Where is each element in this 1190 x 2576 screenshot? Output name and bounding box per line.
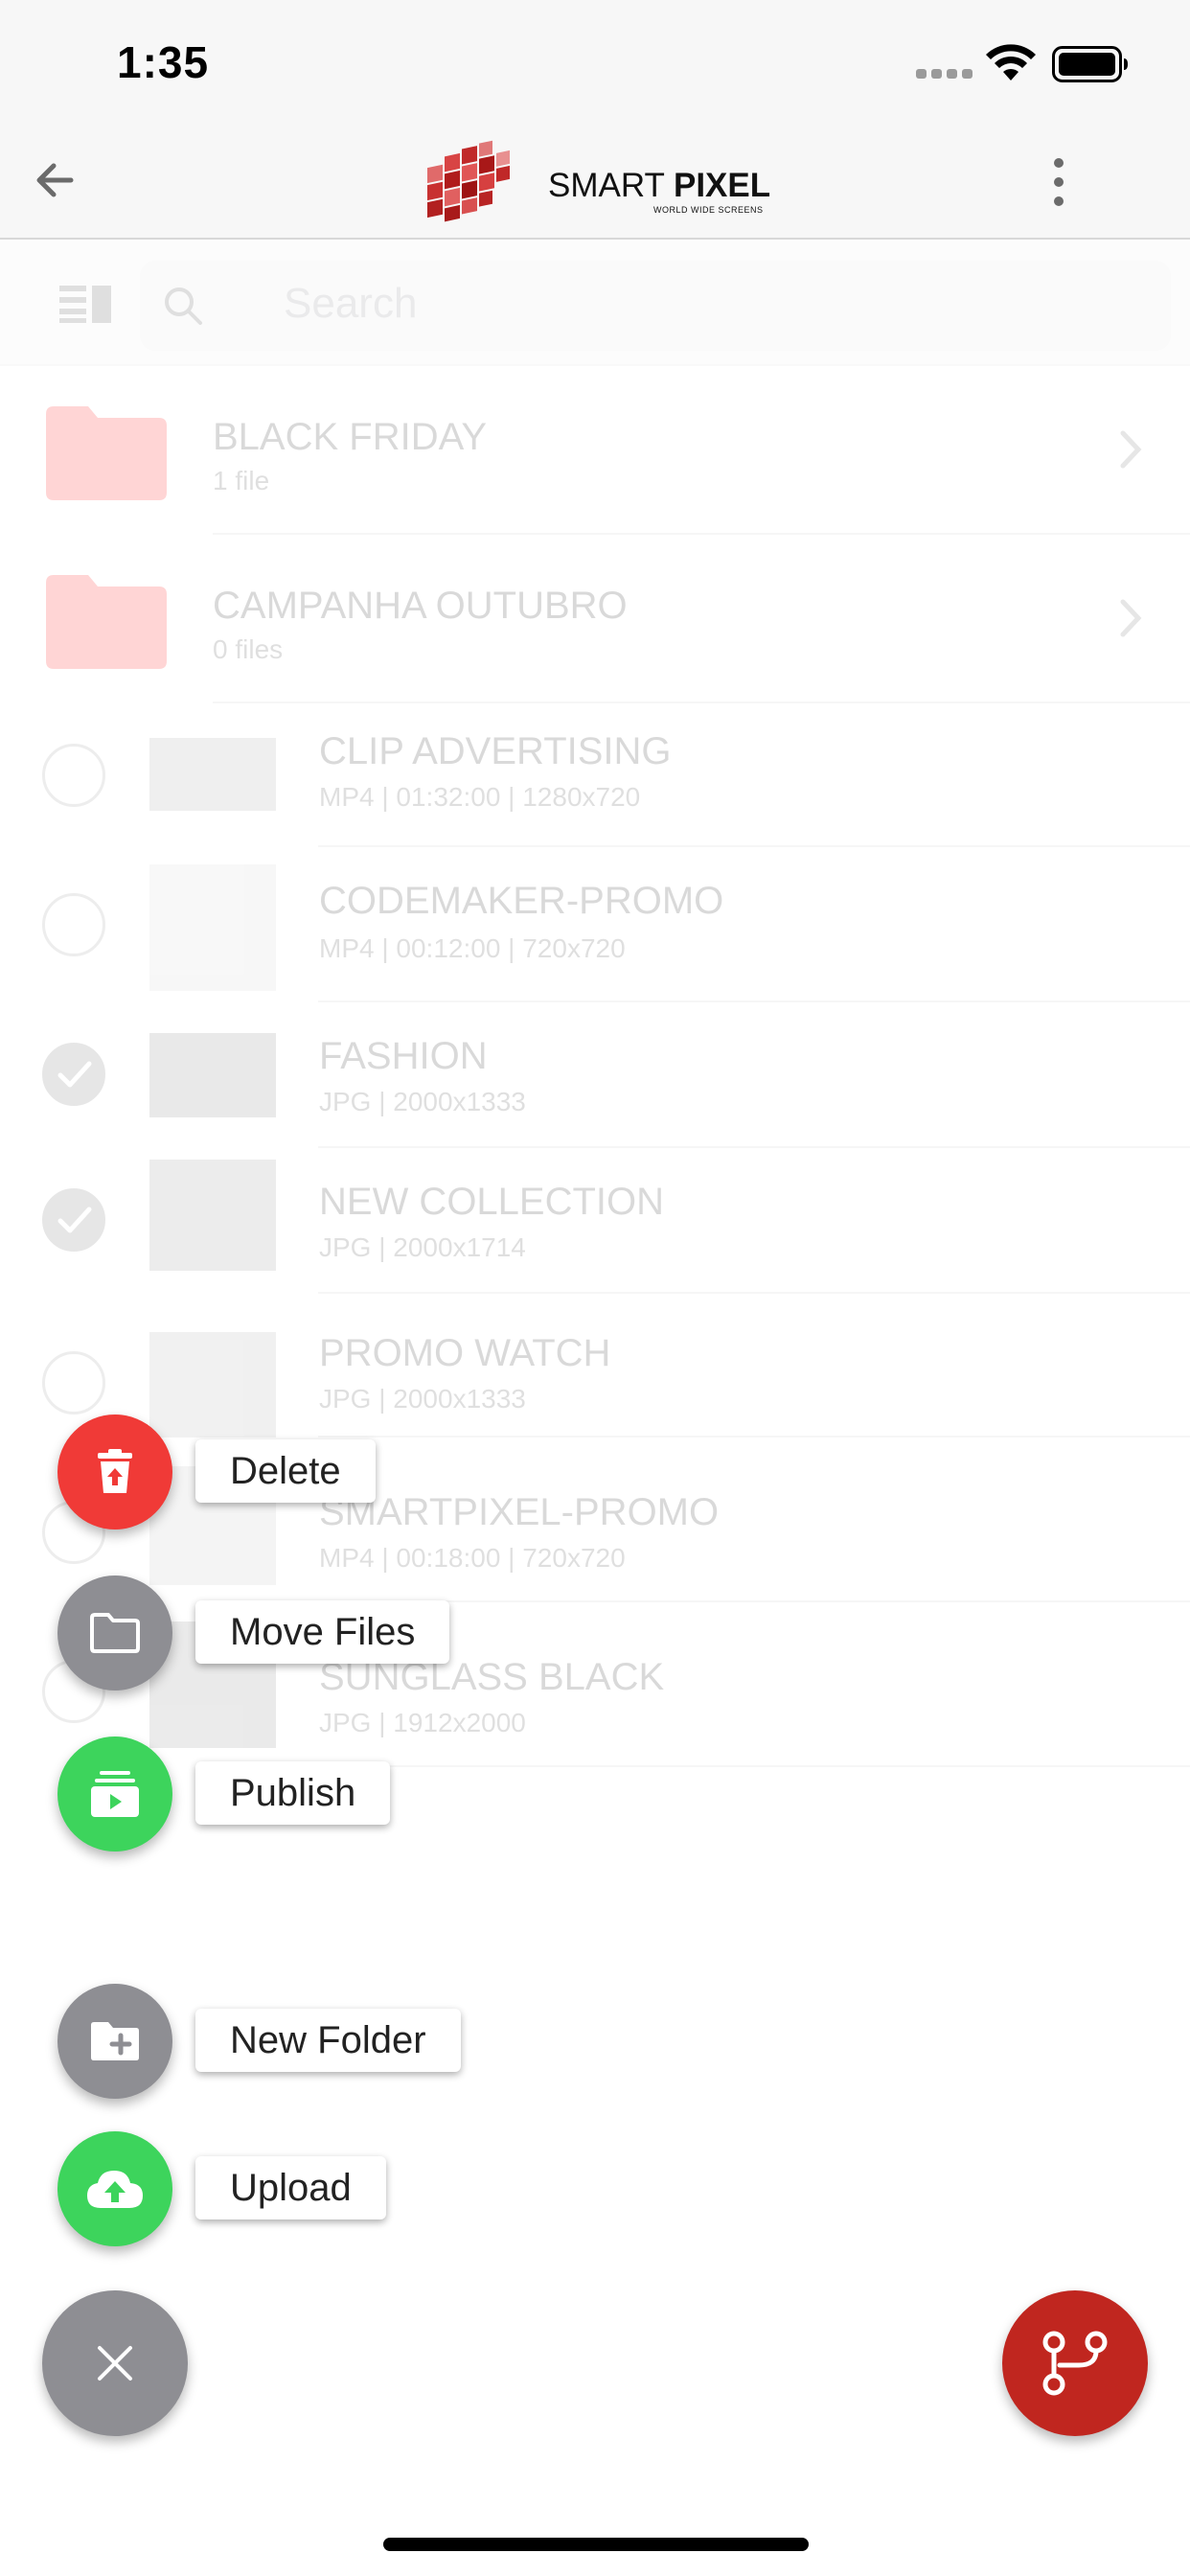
search-row: Search [0,242,1190,366]
folder-icon [46,406,167,500]
back-arrow-icon[interactable] [27,151,84,209]
trash-icon [98,1449,132,1493]
file-row[interactable]: SUNGLASS BLACK JPG | 1912x2000 [0,1602,1190,1767]
folder-file-count: 1 file [213,466,270,495]
select-checkbox[interactable] [42,1351,105,1414]
folder-row[interactable]: BLACK FRIDAY 1 file [0,366,1190,535]
row-divider [318,1765,1190,1767]
folder-row[interactable]: CAMPANHA OUTUBRO 0 files [0,535,1190,703]
select-checkbox-checked[interactable] [42,1043,105,1106]
more-options-icon[interactable] [1044,153,1073,211]
file-meta: JPG | 2000x1714 [319,1232,526,1262]
publish-icon [91,1771,139,1817]
select-checkbox[interactable] [42,744,105,807]
publish-button[interactable] [57,1736,172,1852]
file-thumbnail [149,1160,276,1271]
brand-name-part-1: SMART [548,167,674,204]
battery-icon [1052,46,1128,82]
file-meta: MP4 | 00:18:00 | 720x720 [319,1543,626,1573]
close-speed-dial-button[interactable] [42,2290,188,2436]
move-files-label[interactable]: Move Files [195,1600,450,1664]
file-meta: JPG | 2000x1333 [319,1087,526,1116]
file-name: FASHION [319,1035,488,1077]
folder-name: BLACK FRIDAY [213,416,487,458]
file-meta: JPG | 1912x2000 [319,1708,526,1737]
file-row[interactable]: CLIP ADVERTISING MP4 | 01:32:00 | 1280x7… [0,703,1190,847]
upload-button[interactable] [57,2131,172,2246]
file-thumbnail [149,738,276,811]
folder-plus-icon [91,2022,139,2060]
file-name: CLIP ADVERTISING [319,730,672,772]
file-name: PROMO WATCH [319,1332,611,1374]
cloud-upload-icon [87,2171,143,2208]
delete-label[interactable]: Delete [195,1439,376,1503]
status-bar: 1:35 [0,0,1190,125]
close-icon [98,2346,132,2380]
file-thumbnail [149,1033,276,1117]
branch-icon [1042,2331,1108,2396]
status-time: 1:35 [117,37,210,87]
brand-name: SMART PIXEL [548,167,770,205]
upload-label[interactable]: Upload [195,2156,386,2220]
checkmark-icon [57,1207,92,1233]
new-folder-label[interactable]: New Folder [195,2009,461,2072]
folder-file-count: 0 files [213,634,284,664]
brand-tagline: WORLD WIDE SCREENS [653,205,764,215]
file-name: SMARTPIXEL-PROMO [319,1491,720,1533]
chevron-right-icon [1120,599,1142,637]
smart-pixel-logo-icon [427,140,510,222]
nav-bar: SMART PIXEL WORLD WIDE SCREENS [0,125,1190,240]
home-indicator [383,2538,809,2551]
workflow-button[interactable] [1002,2290,1148,2436]
chevron-right-icon [1120,430,1142,469]
folder-outline-icon [90,1613,140,1653]
file-row[interactable]: NEW COLLECTION JPG | 2000x1714 [0,1148,1190,1294]
file-meta: MP4 | 01:32:00 | 1280x720 [319,782,641,812]
checkmark-icon [57,1061,92,1088]
file-meta: JPG | 2000x1333 [319,1384,526,1414]
view-toggle-icon[interactable] [59,284,113,324]
publish-label[interactable]: Publish [195,1761,391,1825]
folder-name: CAMPANHA OUTUBRO [213,585,628,627]
file-thumbnail [149,1332,276,1438]
select-checkbox[interactable] [42,893,105,956]
select-checkbox-checked[interactable] [42,1188,105,1252]
brand-logo: SMART PIXEL WORLD WIDE SCREENS [423,138,788,224]
file-name: NEW COLLECTION [319,1181,665,1223]
new-folder-button[interactable] [57,1984,172,2099]
file-row[interactable]: SMARTPIXEL-PROMO MP4 | 00:18:00 | 720x72… [0,1438,1190,1602]
file-browser-content: Search BLACK FRIDAY 1 file CAMPANHA OUTU… [0,242,1190,1794]
search-input[interactable]: Search [140,261,1171,351]
search-icon [165,288,202,325]
wifi-icon [986,44,1036,80]
delete-button[interactable] [57,1414,172,1530]
folder-icon [46,575,167,669]
file-meta: MP4 | 00:12:00 | 720x720 [319,933,626,963]
file-thumbnail [149,864,276,991]
file-name: CODEMAKER-PROMO [319,880,724,922]
cellular-signal-icon [916,69,973,79]
search-placeholder: Search [284,280,418,327]
file-row[interactable]: FASHION JPG | 2000x1333 [0,1002,1190,1148]
brand-name-part-2: PIXEL [673,167,771,204]
file-row[interactable]: CODEMAKER-PROMO MP4 | 00:12:00 | 720x720 [0,847,1190,1002]
move-files-button[interactable] [57,1576,172,1690]
file-row[interactable]: PROMO WATCH JPG | 2000x1333 [0,1294,1190,1438]
